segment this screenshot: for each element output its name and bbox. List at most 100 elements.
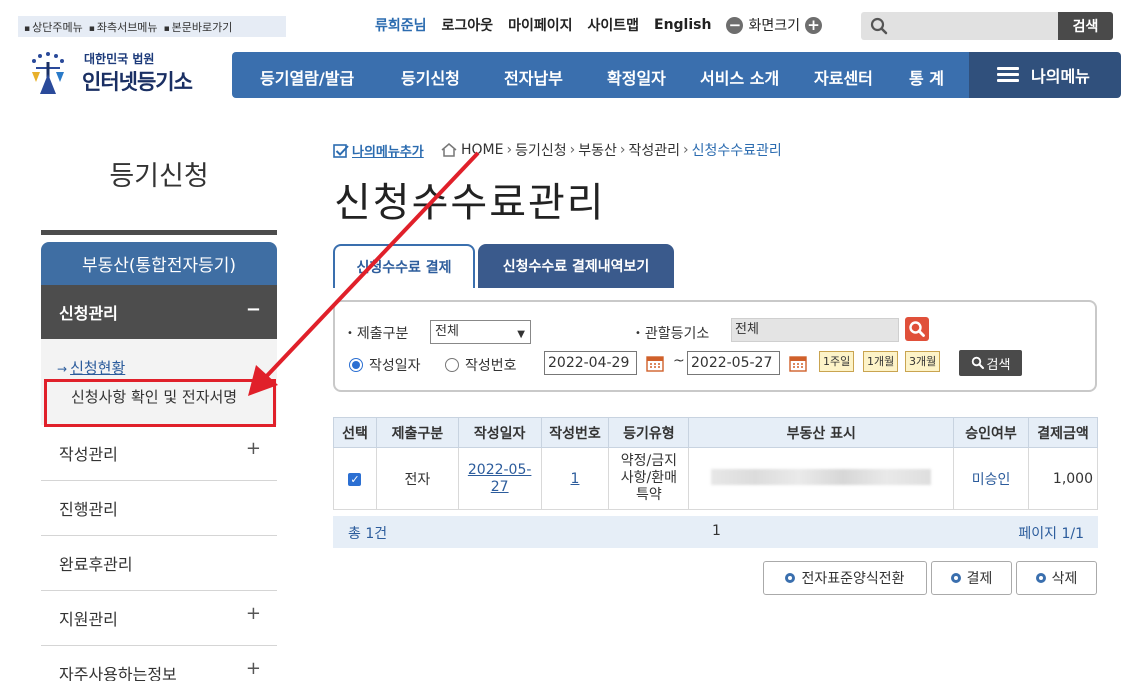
period-1-month-button[interactable]: 1개월: [863, 351, 899, 372]
circle-bullet-icon: [950, 573, 961, 583]
search-icon: [971, 356, 984, 369]
tab-payment-history[interactable]: 신청수수료 결제내역보기: [478, 244, 674, 288]
gnb-statistics[interactable]: 통 계: [909, 65, 944, 89]
row-approval-status: 미승인: [953, 447, 1029, 510]
pay-button[interactable]: 결제: [931, 561, 1012, 595]
arrow-right-icon: →: [57, 362, 68, 376]
gnb-fixed-date[interactable]: 확정일자: [607, 65, 666, 89]
radio-label: 작성번호: [465, 358, 517, 374]
skip-link-left-menu[interactable]: 좌측서브메뉴: [89, 19, 158, 35]
calendar-icon[interactable]: [789, 354, 807, 372]
lnb-sub-item-status[interactable]: → 신청현황: [57, 357, 125, 378]
breadcrumb: HOME › 등기신청 › 부동산 › 작성관리 › 신청수수료관리: [440, 140, 782, 160]
row-checkbox[interactable]: ✓: [348, 472, 362, 486]
row-select-cell: ✓: [333, 447, 377, 510]
fee-table: 선택 제출구분 작성일자 작성번호 등기유형 부동산 표시 승인여부 결제금액 …: [333, 417, 1099, 510]
gnb-e-payment[interactable]: 전자납부: [504, 65, 563, 89]
office-search-button[interactable]: [905, 317, 929, 341]
row-number-link[interactable]: 1: [540, 447, 610, 510]
lnb-item-progress-management[interactable]: 진행관리: [41, 481, 277, 536]
lnb-item-support[interactable]: 지원관리 +: [41, 591, 277, 646]
english-link[interactable]: English: [654, 17, 711, 33]
zoom-in-icon[interactable]: +: [804, 16, 822, 34]
submit-type-value: 전체: [435, 324, 459, 339]
lnb-item-label: 신청관리: [59, 304, 118, 323]
period-1-week-button[interactable]: 1주일: [819, 351, 855, 372]
tab-fee-payment[interactable]: 신청수수료 결제: [333, 244, 475, 288]
delete-button[interactable]: 삭제: [1016, 561, 1097, 595]
expand-plus-icon: +: [245, 658, 261, 679]
circle-bullet-icon: [1035, 573, 1046, 583]
office-field: 전체: [731, 318, 899, 342]
site-logo[interactable]: 대한민국 법원 인터넷등기소: [26, 42, 226, 102]
gnb-service-intro[interactable]: 서비스 소개: [700, 65, 779, 89]
my-menu-label: 나의메뉴: [1031, 67, 1090, 86]
user-name: 류희준님: [375, 18, 427, 34]
utility-links: 류희준님 로그아웃 마이페이지 사이트맵 English − 화면크기 +: [375, 16, 822, 34]
breadcrumb-home[interactable]: HOME: [461, 142, 503, 158]
col-number: 작성번호: [540, 417, 610, 448]
col-select: 선택: [333, 417, 377, 448]
filter-search-button[interactable]: 검색: [959, 350, 1022, 376]
logo-title: 인터넷등기소: [82, 70, 193, 94]
filter-search-label: 검색: [986, 357, 1011, 373]
breadcrumb-real-estate[interactable]: 부동산: [578, 140, 617, 160]
gnb-application[interactable]: 등기신청: [401, 65, 460, 89]
skip-link-top-menu[interactable]: 상단주메뉴: [24, 19, 83, 35]
logo-subtitle: 대한민국 법원: [84, 52, 155, 66]
lnb-category-header[interactable]: 부동산(통합전자등기): [41, 242, 277, 285]
date-range-separator: ~: [673, 353, 685, 369]
pagination-current[interactable]: 1: [712, 523, 721, 539]
radio-selected-icon: [349, 358, 363, 372]
table-footer: 총 1건 1 페이지 1/1: [333, 516, 1098, 548]
submit-type-select[interactable]: 전체 ▼: [430, 320, 531, 344]
lnb-item-frequent-info[interactable]: 자주사용하는정보 +: [41, 646, 277, 681]
table-header-row: 선택 제출구분 작성일자 작성번호 등기유형 부동산 표시 승인여부 결제금액: [333, 417, 1099, 448]
convert-standard-form-button[interactable]: 전자표준양식전환: [763, 561, 927, 595]
add-to-my-menu-label: 나의메뉴추가: [352, 145, 424, 160]
radio-by-number[interactable]: 작성번호: [445, 355, 517, 375]
breadcrumb-write-management[interactable]: 작성관리: [628, 140, 680, 160]
search-icon: [870, 17, 888, 35]
radio-label: 작성일자: [369, 358, 421, 374]
lnb-item-label: 작성관리: [59, 445, 118, 464]
sitemap-link[interactable]: 사이트맵: [587, 15, 639, 35]
gnb-data-center[interactable]: 자료센터: [814, 65, 873, 89]
lnb-item-label: 자주사용하는정보: [59, 665, 177, 681]
gnb-view-issue[interactable]: 등기열람/발급: [260, 65, 354, 89]
date-to-input[interactable]: 2022-05-27: [687, 351, 780, 375]
mypage-link[interactable]: 마이페이지: [508, 15, 572, 35]
lnb-divider: [41, 230, 277, 235]
row-date-link[interactable]: 2022-05-27: [457, 447, 542, 510]
total-count: 총 1건: [348, 526, 388, 542]
checkbox-checked-icon: [333, 143, 349, 158]
expand-plus-icon: +: [245, 603, 261, 624]
col-submit-type: 제출구분: [375, 417, 459, 448]
lnb-item-post-completion[interactable]: 완료후관리: [41, 536, 277, 591]
add-to-my-menu[interactable]: 나의메뉴추가: [333, 141, 424, 160]
page-indicator: 페이지 1/1: [1018, 526, 1084, 542]
site-search-input[interactable]: [861, 12, 1061, 40]
zoom-control: − 화면크기 +: [726, 15, 822, 35]
site-search-button[interactable]: 검색: [1058, 12, 1113, 40]
logout-link[interactable]: 로그아웃: [442, 15, 494, 35]
zoom-out-icon[interactable]: −: [726, 16, 744, 34]
expand-plus-icon: +: [245, 438, 261, 459]
home-icon: [441, 143, 457, 157]
calendar-icon[interactable]: [646, 354, 664, 372]
circle-bullet-icon: [785, 573, 796, 583]
lnb-title: 등기신청: [109, 161, 209, 192]
radio-unselected-icon: [445, 358, 459, 372]
lnb-item-write-management[interactable]: 작성관리 +: [41, 426, 277, 481]
office-label: 관할등기소: [635, 323, 709, 343]
radio-by-date[interactable]: 작성일자: [349, 355, 421, 375]
date-from-input[interactable]: 2022-04-29: [544, 351, 637, 375]
lnb-item-application-management[interactable]: 신청관리 −: [41, 285, 277, 339]
button-label: 결제: [966, 571, 993, 587]
breadcrumb-application[interactable]: 등기신청: [515, 140, 567, 160]
my-menu-button[interactable]: 나의메뉴: [969, 52, 1121, 98]
lnb-item-label: 지원관리: [59, 610, 118, 629]
period-3-month-button[interactable]: 3개월: [905, 351, 941, 372]
skip-link-content[interactable]: 본문바로가기: [164, 19, 233, 35]
page-title: 신청수수료관리: [334, 180, 606, 226]
